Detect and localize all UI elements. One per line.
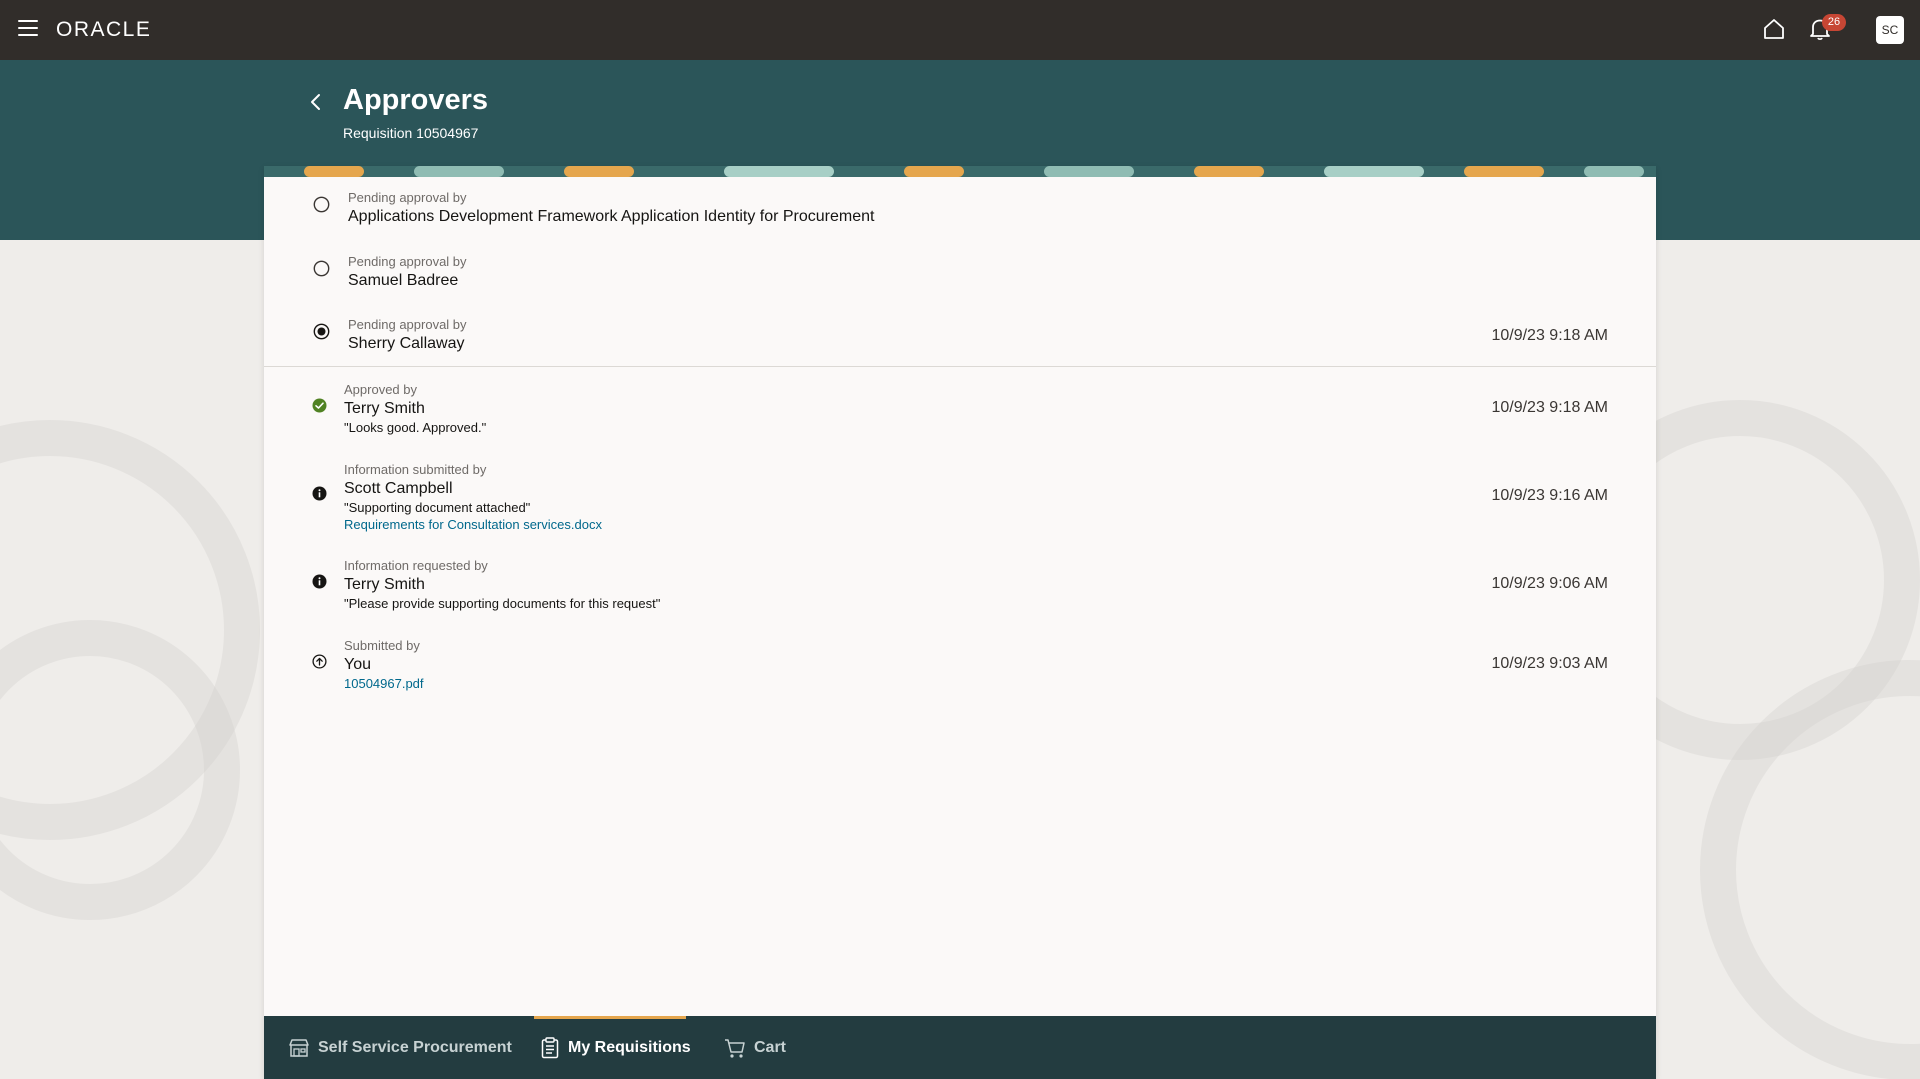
current-step-icon [313,323,330,340]
item-label: Approved by [344,382,417,397]
actor-name: Terry Smith [344,400,425,417]
comment-text: "Supporting document attached" [344,500,531,515]
info-icon [312,574,327,589]
menu-icon[interactable] [18,20,38,38]
submit-icon [312,654,327,669]
attachment-link[interactable]: Requirements for Consultation services.d… [344,517,602,532]
user-avatar[interactable]: SC [1876,16,1904,44]
approvers-card: Pending approval by Applications Develop… [264,166,1656,1079]
active-tab-indicator [534,1016,686,1019]
page-subtitle: Requisition 10504967 [343,125,479,141]
item-label: Information submitted by [344,462,487,477]
actor-name: Scott Campbell [344,480,453,497]
actor-name: You [344,656,371,673]
check-circle-icon [312,398,327,413]
item-label: Pending approval by [348,317,467,332]
global-header: ORACLE [0,0,1920,60]
section-divider [264,366,1656,367]
nav-my-requisitions[interactable]: My Requisitions [534,1016,691,1079]
nav-label: My Requisitions [568,1038,691,1056]
approver-name: Samuel Badree [348,272,459,289]
actor-name: Terry Smith [344,576,425,593]
item-label: Pending approval by [348,254,467,269]
store-icon [289,1038,309,1057]
back-icon[interactable] [306,92,326,112]
home-icon[interactable] [1762,17,1786,41]
timestamp: 10/9/23 9:03 AM [1491,655,1608,672]
cart-icon [725,1038,745,1058]
clipboard-icon [541,1036,559,1058]
oracle-logo[interactable]: ORACLE [56,18,151,42]
timestamp: 10/9/23 9:16 AM [1491,487,1608,504]
nav-label: Self Service Procurement [318,1038,512,1056]
comment-text: "Please provide supporting documents for… [344,596,661,611]
approver-name: Sherry Callaway [348,335,465,352]
nav-cart[interactable]: Cart [724,1016,786,1079]
item-label: Information requested by [344,558,488,573]
timestamp: 10/9/23 9:18 AM [1491,399,1608,416]
card-banner [264,166,1656,177]
timestamp: 10/9/23 9:18 AM [1491,327,1608,344]
empty-circle-icon [313,260,330,277]
timestamp: 10/9/23 9:06 AM [1491,575,1608,592]
item-label: Pending approval by [348,190,467,205]
notification-badge: 26 [1822,14,1846,31]
bottom-nav: Self Service Procurement My Requisitions… [264,1016,1656,1079]
comment-text: "Looks good. Approved." [344,420,487,435]
empty-circle-icon [313,196,330,213]
item-label: Submitted by [344,638,420,653]
page-title: Approvers [343,84,489,116]
nav-self-service-procurement[interactable]: Self Service Procurement [288,1016,512,1079]
nav-label: Cart [754,1038,787,1056]
info-icon [312,486,327,501]
attachment-link[interactable]: 10504967.pdf [344,676,424,691]
approver-name: Applications Development Framework Appli… [348,208,875,225]
